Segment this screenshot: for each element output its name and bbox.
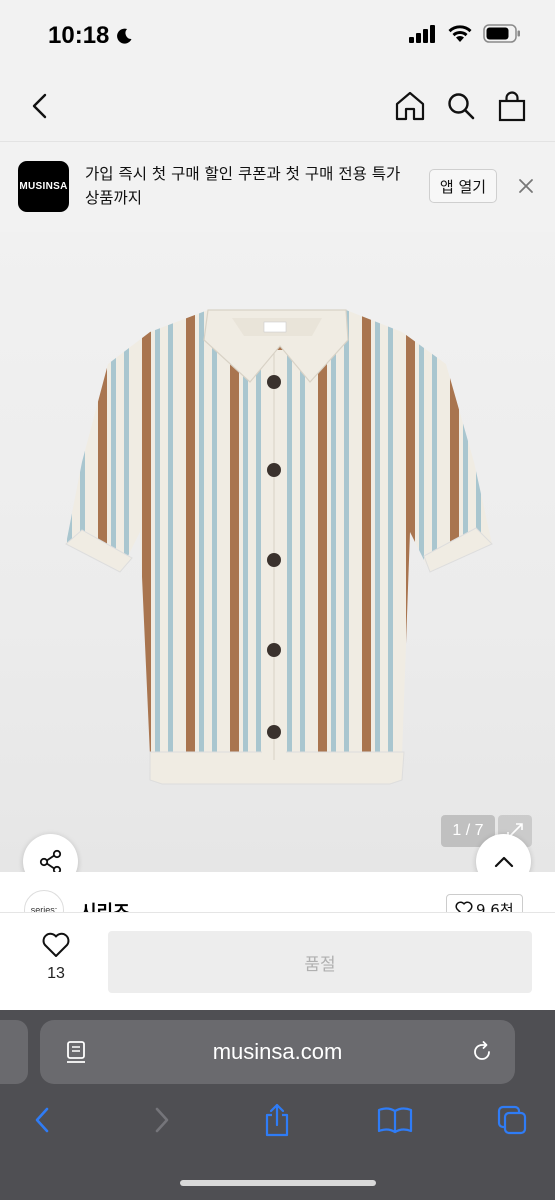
search-button[interactable] — [439, 84, 483, 128]
tabs-button[interactable] — [490, 1098, 534, 1142]
chevron-right-icon — [155, 1107, 169, 1133]
chevron-left-icon — [35, 1107, 49, 1133]
signal-icon — [409, 24, 435, 43]
status-bar: 10:18 — [0, 0, 555, 70]
share-up-icon — [265, 1103, 289, 1137]
share-sheet-button[interactable] — [255, 1098, 299, 1142]
brand-like-count: 9.6천 — [476, 900, 514, 913]
knit-shirt-image — [65, 309, 493, 785]
battery-icon — [483, 24, 520, 43]
heart-icon — [42, 932, 70, 957]
chevron-left-icon — [32, 93, 47, 119]
status-indicators — [409, 24, 521, 43]
safari-toolbar: musinsa.com — [0, 1010, 555, 1200]
musinsa-logo: MUSINSA — [18, 161, 69, 212]
wifi-icon — [448, 25, 472, 42]
share-icon — [39, 849, 61, 874]
address-bar[interactable]: musinsa.com — [40, 1020, 515, 1084]
search-icon — [448, 93, 475, 120]
app-install-banner: MUSINSA 가입 즉시 첫 구매 할인 쿠폰과 첫 구매 전용 특가 상품까… — [0, 142, 555, 232]
back-button[interactable] — [18, 84, 62, 128]
close-icon[interactable] — [514, 174, 538, 198]
purchase-bar: 13 품절 — [0, 912, 555, 1010]
url-text: musinsa.com — [212, 1039, 343, 1064]
cart-button[interactable] — [490, 84, 534, 128]
home-button[interactable] — [388, 84, 432, 128]
browser-back-button[interactable] — [20, 1098, 64, 1142]
browser-forward-button[interactable] — [140, 1098, 184, 1142]
banner-message: 가입 즉시 첫 구매 할인 쿠폰과 첫 구매 전용 특가 상품까지 — [85, 165, 401, 207]
moon-icon — [117, 28, 132, 44]
product-image[interactable] — [0, 232, 555, 872]
home-indicator — [180, 1180, 376, 1186]
product-like-button[interactable]: 13 — [26, 931, 86, 983]
chevron-up-icon — [494, 856, 513, 867]
product-like-count: 13 — [47, 965, 65, 982]
soldout-button: 품절 — [108, 931, 532, 993]
nav-header — [0, 70, 555, 142]
open-app-button[interactable]: 앱 열기 — [429, 169, 497, 203]
bookmarks-button[interactable] — [373, 1098, 417, 1142]
shopping-bag-icon — [498, 91, 526, 122]
brand-name[interactable]: 시리즈 — [80, 898, 130, 912]
time-text: 10:18 — [48, 22, 110, 49]
status-time: 10:18 — [48, 22, 133, 50]
heart-icon — [455, 901, 473, 912]
home-icon — [395, 91, 425, 121]
reload-icon[interactable] — [470, 1040, 494, 1064]
brand-like-button[interactable]: 9.6천 — [446, 894, 523, 912]
tabs-icon — [497, 1105, 527, 1135]
book-icon — [377, 1107, 413, 1134]
previous-tab-peek[interactable] — [0, 1020, 28, 1084]
brand-logo: series: — [24, 890, 64, 912]
brand-row[interactable]: series: 시리즈 9.6천 — [0, 872, 555, 912]
